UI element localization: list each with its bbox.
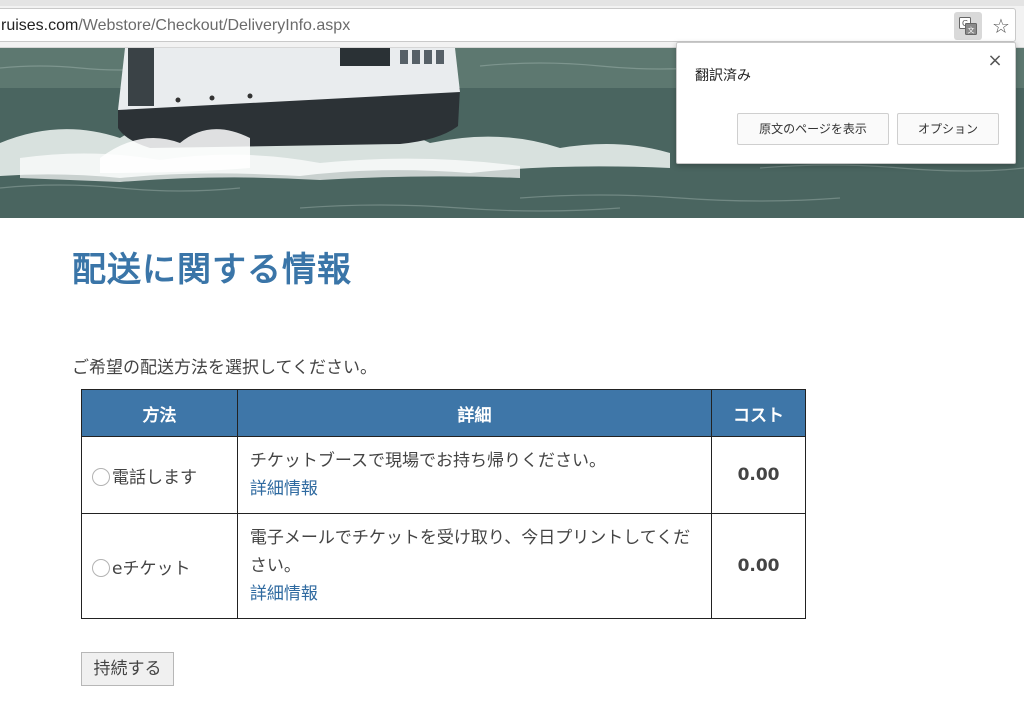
header-method: 方法 [81, 389, 238, 437]
detail-cell: 電子メールでチケットを受け取り、今日プリントしてください。 詳細情報 [236, 513, 713, 619]
method-option-eticket[interactable]: eチケット [81, 513, 238, 619]
translate-icon[interactable]: G 文 [954, 12, 982, 40]
method-label: eチケット [112, 558, 191, 579]
popup-title: 翻訳済み [695, 68, 751, 84]
detail-text: チケットブースで現場でお持ち帰りください。 [249, 451, 607, 471]
bookmark-star-icon[interactable]: ☆ [988, 12, 1014, 40]
page-title: 配送に関する情報 [72, 250, 352, 290]
header-detail: 詳細 [236, 389, 713, 437]
method-label: 電話します [112, 467, 197, 488]
url-path: /Webstore/Checkout/DeliveryInfo.aspx [78, 17, 351, 34]
radio-button[interactable] [92, 558, 110, 577]
continue-button[interactable]: 持続する [81, 652, 174, 686]
method-option-phone[interactable]: 電話します [81, 436, 238, 514]
radio-button[interactable] [92, 467, 110, 486]
show-original-button[interactable]: 原文のページを表示 [737, 113, 889, 145]
cost-value: 0.00 [711, 513, 806, 619]
translate-popup: 翻訳済み × 原文のページを表示 オプション [676, 42, 1016, 164]
url-host: ruises.com [1, 17, 79, 34]
url-text[interactable]: ruises.com/Webstore/Checkout/DeliveryInf… [1, 17, 350, 35]
tab-strip-edge [0, 0, 1024, 6]
table-row: 電話します チケットブースで現場でお持ち帰りください。 詳細情報 0.00 [81, 436, 806, 514]
cost-value: 0.00 [711, 436, 806, 514]
header-cost: コスト [711, 389, 806, 437]
table-header-row: 方法 詳細 コスト [81, 389, 806, 437]
options-button[interactable]: オプション [897, 113, 999, 145]
detail-text: 電子メールでチケットを受け取り、今日プリントしてください。 [249, 528, 691, 576]
detail-cell: チケットブースで現場でお持ち帰りください。 詳細情報 [236, 436, 713, 514]
table-row: eチケット 電子メールでチケットを受け取り、今日プリントしてください。 詳細情報… [81, 513, 806, 619]
instruction-text: ご希望の配送方法を選択してください。 [72, 358, 377, 378]
delivery-methods-table: 方法 詳細 コスト 電話します チケットブースで現場でお持ち帰りください。 詳細… [81, 389, 806, 619]
more-info-link[interactable]: 詳細情報 [250, 580, 699, 608]
address-bar[interactable]: ruises.com/Webstore/Checkout/DeliveryInf… [0, 8, 1016, 42]
close-icon[interactable]: × [985, 51, 1005, 71]
browser-toolbar: ruises.com/Webstore/Checkout/DeliveryInf… [0, 0, 1024, 48]
more-info-link[interactable]: 詳細情報 [250, 475, 699, 503]
svg-text:文: 文 [968, 26, 975, 35]
